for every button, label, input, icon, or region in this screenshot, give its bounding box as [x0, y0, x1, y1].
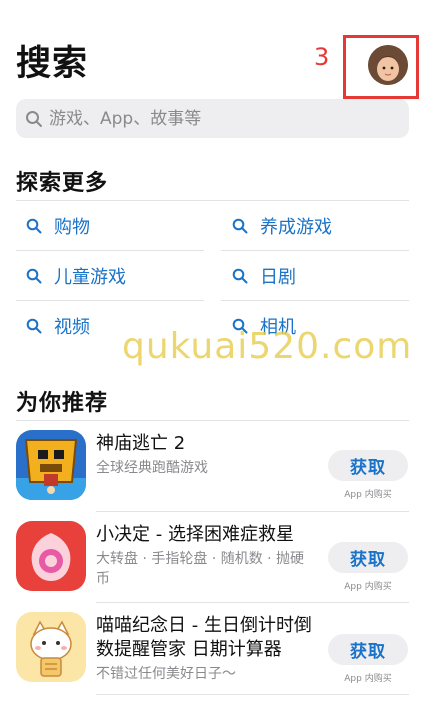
- account-avatar-button[interactable]: [368, 45, 408, 85]
- search-icon: [26, 110, 42, 127]
- explore-divider: [16, 300, 204, 301]
- in-app-purchase-note: App 内购买: [344, 582, 392, 592]
- explore-item-shopping[interactable]: 购物: [26, 202, 204, 250]
- watermark-text: qukuai520.com: [122, 326, 413, 367]
- page-title: 搜索: [16, 44, 89, 84]
- explore-item-label: 日剧: [260, 267, 296, 288]
- explore-item-label: 购物: [54, 217, 90, 238]
- app-subtitle: 全球经典跑酷游戏: [96, 460, 208, 476]
- explore-item-label: 养成游戏: [260, 217, 332, 238]
- in-app-purchase-note: App 内购买: [344, 490, 392, 500]
- get-button[interactable]: 获取: [328, 450, 408, 481]
- search-icon: [26, 318, 42, 334]
- app-row-meow-anniversary[interactable]: 喵喵纪念日 - 生日倒计时倒数提醒管家 日期计算器 不错过任何美好日子～ 获取 …: [16, 612, 409, 703]
- search-input[interactable]: [49, 108, 389, 129]
- recommended-heading: 为你推荐: [16, 391, 109, 416]
- step-number-annotation: 3: [314, 43, 330, 71]
- search-icon: [232, 218, 248, 234]
- app-divider: [96, 602, 409, 603]
- avatar-image: [368, 45, 408, 85]
- app-row-decision[interactable]: 小决定 - 选择困难症救星 大转盘 · 手指轮盘 · 随机数 · 抛硬币 获取 …: [16, 521, 409, 612]
- explore-divider-top: [16, 200, 409, 201]
- explore-item-japanese-drama[interactable]: 日剧: [232, 252, 410, 300]
- explore-divider: [221, 250, 409, 251]
- app-name: 神庙逃亡 2: [96, 433, 186, 454]
- app-subtitle: 大转盘 · 手指轮盘 · 随机数 · 抛硬币: [96, 551, 305, 587]
- get-button[interactable]: 获取: [328, 542, 408, 573]
- search-icon: [26, 268, 42, 284]
- app-name: 小决定 - 选择困难症救星: [96, 524, 294, 545]
- app-icon-temple-run: [16, 430, 86, 500]
- get-button[interactable]: 获取: [328, 634, 408, 665]
- explore-more-heading: 探索更多: [16, 171, 109, 196]
- app-subtitle: 不错过任何美好日子～: [96, 666, 236, 682]
- explore-item-label: 视频: [54, 317, 90, 338]
- search-field[interactable]: [16, 99, 409, 138]
- explore-item-kids-games[interactable]: 儿童游戏: [26, 252, 204, 300]
- in-app-purchase-note: App 内购买: [344, 674, 392, 684]
- app-row-temple-run[interactable]: 神庙逃亡 2 全球经典跑酷游戏 获取 App 内购买: [16, 430, 409, 521]
- explore-item-simulation-games[interactable]: 养成游戏: [232, 202, 410, 250]
- search-icon: [232, 268, 248, 284]
- recommend-divider-top: [16, 420, 409, 421]
- explore-item-label: 儿童游戏: [54, 267, 126, 288]
- app-divider: [96, 511, 409, 512]
- explore-divider: [16, 250, 204, 251]
- app-icon-meow-anniversary: [16, 612, 86, 682]
- search-icon: [26, 218, 42, 234]
- app-icon-decision: [16, 521, 86, 591]
- app-divider: [96, 694, 409, 695]
- app-name: 喵喵纪念日 - 生日倒计时倒数提醒管家 日期计算器: [96, 615, 312, 660]
- explore-divider: [221, 300, 409, 301]
